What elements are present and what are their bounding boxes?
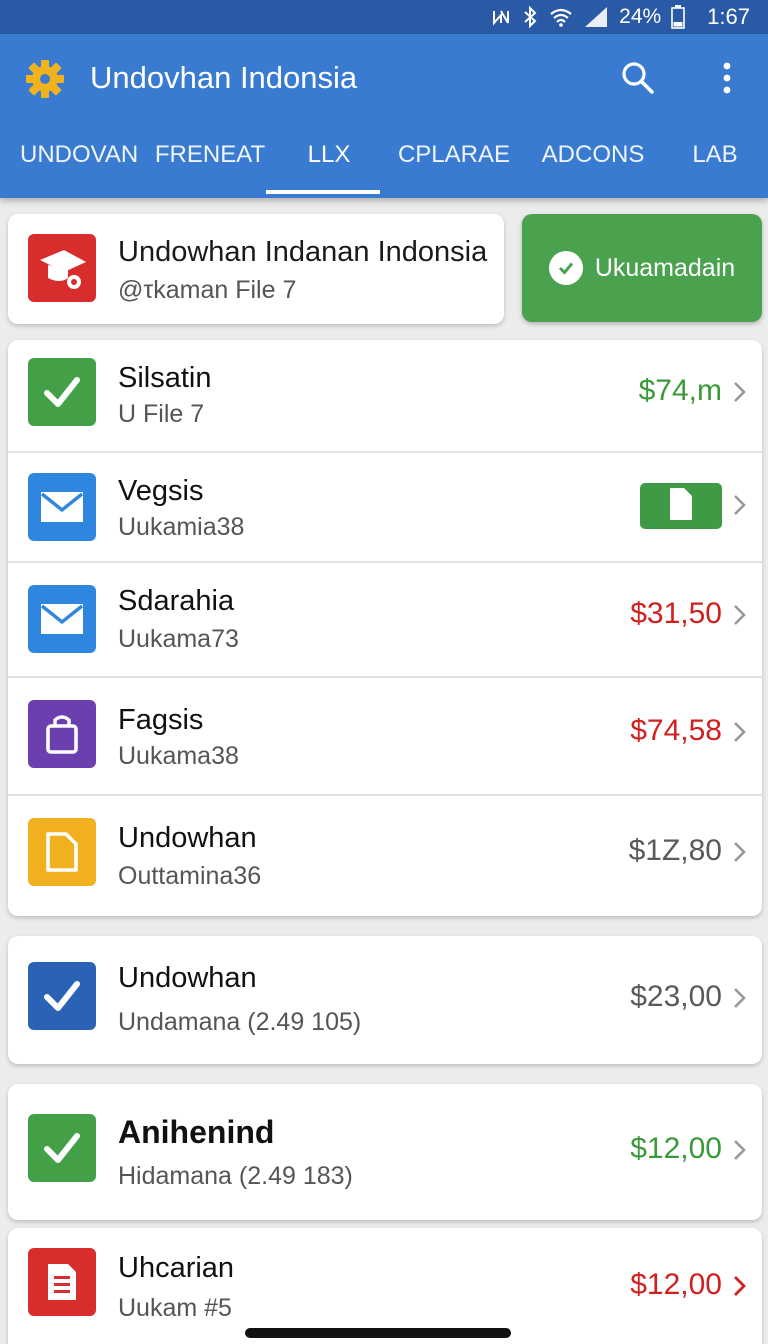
item-amount: $74,58 xyxy=(630,714,722,747)
list-card-1: Silsatin U File 7 $74,m Vegsis Uukamia38… xyxy=(8,340,762,916)
item-subtitle: Uukamia38 xyxy=(118,513,245,541)
home-indicator[interactable] xyxy=(245,1328,511,1338)
item-subtitle: Uukam #5 xyxy=(118,1294,232,1322)
document-icon xyxy=(28,818,96,886)
tab-bar: UNDOVAN FRENEAT LLX CPLARAE ADCONS LAB xyxy=(0,130,768,198)
item-subtitle: U File 7 xyxy=(118,400,205,428)
battery-percent: 24% xyxy=(619,5,662,28)
header-subtitle: @τkaman File 7 xyxy=(118,276,297,304)
item-amount: $23,00 xyxy=(630,980,722,1013)
list-card-2: Undowhan Undamana (2.49 105) $23,00 xyxy=(8,936,762,1064)
search-icon[interactable] xyxy=(620,60,656,96)
item-subtitle: Uukama73 xyxy=(118,625,239,653)
checkmark-icon xyxy=(28,1114,96,1182)
chevron-right-icon xyxy=(732,840,748,864)
item-subtitle: Outtamina36 xyxy=(118,862,262,890)
list-item[interactable]: Anihenind Hidamana (2.49 183) $12,00 xyxy=(8,1084,762,1220)
item-title: Undowhan xyxy=(118,962,257,994)
chevron-right-icon xyxy=(732,1274,748,1298)
item-title: Silsatin xyxy=(118,362,212,394)
mail-icon xyxy=(28,473,96,541)
list-item[interactable]: Vegsis Uukamia38 xyxy=(8,453,762,563)
checkbox-icon xyxy=(28,962,96,1030)
file-icon xyxy=(668,486,694,527)
item-amount: $12,00 xyxy=(630,1268,722,1301)
item-amount: $1Z,80 xyxy=(628,834,722,867)
battery-icon xyxy=(671,5,685,29)
item-title: Fagsis xyxy=(118,704,204,736)
list-item[interactable]: Undowhan Undamana (2.49 105) $23,00 xyxy=(8,936,762,1064)
chevron-right-icon xyxy=(732,380,748,404)
item-subtitle: Uukama38 xyxy=(118,742,239,770)
checkmark-icon xyxy=(28,358,96,426)
item-amount: $74,m xyxy=(638,374,722,407)
tab-undovan[interactable]: UNDOVAN xyxy=(20,136,138,198)
list-item[interactable]: Undowhan Outtamina36 $1Z,80 xyxy=(8,796,762,916)
list-item[interactable]: Silsatin U File 7 $74,m xyxy=(8,340,762,453)
tab-freneat[interactable]: FRENEAT xyxy=(152,136,268,198)
chevron-right-icon xyxy=(732,603,748,627)
chevron-right-icon xyxy=(732,720,748,744)
item-subtitle: Hidamana (2.49 183) xyxy=(118,1162,353,1190)
header-title: Undowhan Indanan Indonsia xyxy=(118,236,488,268)
item-title: Sdarahia xyxy=(118,585,235,617)
action-button[interactable]: Ukuamadain xyxy=(522,214,762,322)
wifi-icon xyxy=(549,7,573,27)
app-bar: Undovhan Indonsia UNDOVAN FRENEAT LLX CP… xyxy=(0,34,768,198)
graduation-cap-gear-icon xyxy=(28,234,96,302)
header-card[interactable]: Undowhan Indanan Indonsia @τkaman File 7 xyxy=(8,214,504,324)
clock: 1:67 xyxy=(707,4,750,29)
tab-indicator xyxy=(266,190,380,194)
nfc-icon xyxy=(491,7,511,27)
bluetooth-icon xyxy=(521,6,539,28)
tab-adcons[interactable]: ADCONS xyxy=(534,136,652,198)
status-bar: 24% 1:67 xyxy=(0,0,768,34)
tab-llx[interactable]: LLX xyxy=(280,136,378,198)
tab-cplarae[interactable]: CPLARAE xyxy=(396,136,512,198)
receipt-icon xyxy=(28,1248,96,1316)
item-title: Undowhan xyxy=(118,822,257,854)
item-title: Vegsis xyxy=(118,475,204,507)
list-item[interactable]: Fagsis Uukama38 $74,58 xyxy=(8,678,762,796)
gear-icon xyxy=(24,58,66,100)
chevron-right-icon xyxy=(732,1138,748,1162)
shopping-bag-icon xyxy=(28,700,96,768)
mail-icon xyxy=(28,585,96,653)
item-amount: $31,50 xyxy=(630,597,722,630)
app-title: Undovhan Indonsia xyxy=(90,60,358,95)
more-vert-icon[interactable] xyxy=(712,60,742,96)
check-circle-icon xyxy=(548,251,583,285)
list-item[interactable]: Uhcarian Uukam #5 $12,00 xyxy=(8,1228,762,1344)
signal-icon xyxy=(583,6,609,28)
item-title: Anihenind xyxy=(118,1114,275,1150)
item-subtitle: Undamana (2.49 105) xyxy=(118,1008,362,1036)
list-card-3: Anihenind Hidamana (2.49 183) $12,00 xyxy=(8,1084,762,1220)
chevron-right-icon xyxy=(732,986,748,1010)
action-button-label: Ukuamadain xyxy=(594,253,736,282)
item-amount: $12,00 xyxy=(630,1132,722,1165)
file-badge[interactable] xyxy=(640,483,722,529)
list-card-4: Uhcarian Uukam #5 $12,00 xyxy=(8,1228,762,1344)
chevron-right-icon xyxy=(732,493,748,517)
tab-lab[interactable]: LAB xyxy=(680,136,750,198)
item-title: Uhcarian xyxy=(118,1252,235,1284)
list-item[interactable]: Sdarahia Uukama73 $31,50 xyxy=(8,563,762,678)
